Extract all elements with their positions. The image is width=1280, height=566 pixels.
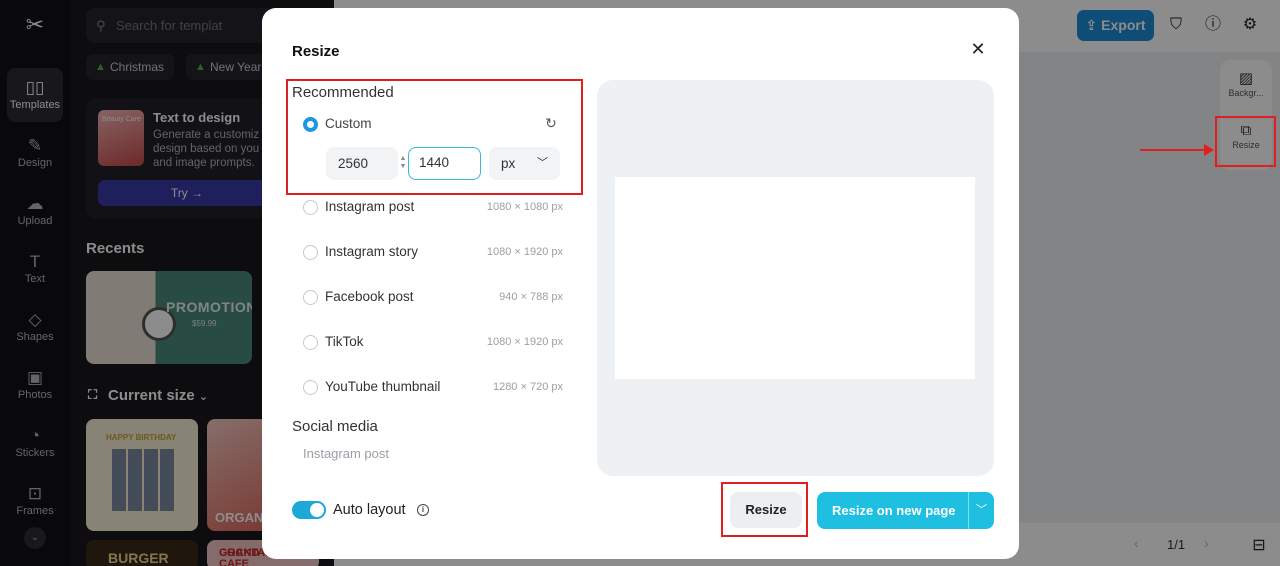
option-radio-tiktok[interactable] — [303, 335, 318, 350]
resize-on-new-page-button[interactable]: Resize on new page — [817, 492, 994, 529]
auto-layout-toggle[interactable] — [292, 501, 326, 519]
option-size: 1080 × 1920 px — [486, 336, 563, 348]
dialog-title: Resize — [292, 43, 340, 60]
annotation-box-recommended — [286, 79, 583, 195]
social-media-item[interactable]: Instagram post — [303, 446, 389, 461]
option-label[interactable]: Instagram story — [325, 244, 418, 259]
option-label[interactable]: Facebook post — [325, 289, 414, 304]
annotation-arrow-head — [1204, 144, 1214, 156]
option-size: 1080 × 1080 px — [486, 201, 563, 213]
annotation-box-resize-tool — [1215, 116, 1276, 167]
toggle-knob — [310, 503, 324, 517]
option-radio-youtube-thumbnail[interactable] — [303, 380, 318, 395]
option-size: 940 × 788 px — [499, 291, 563, 303]
option-radio-instagram-story[interactable] — [303, 245, 318, 260]
option-size: 1280 × 720 px — [492, 381, 563, 393]
option-size: 1080 × 1920 px — [486, 246, 563, 258]
option-label[interactable]: YouTube thumbnail — [325, 379, 440, 394]
annotation-box-resize-button — [721, 482, 808, 537]
preview-page — [615, 177, 975, 379]
option-radio-instagram-post[interactable] — [303, 200, 318, 215]
info-icon[interactable]: i — [417, 504, 429, 516]
annotation-arrow-line — [1140, 149, 1206, 151]
option-label[interactable]: TikTok — [325, 334, 364, 349]
option-label[interactable]: Instagram post — [325, 199, 414, 214]
resize-preview — [597, 80, 994, 476]
option-radio-facebook-post[interactable] — [303, 290, 318, 305]
auto-layout-label: Auto layout — [333, 502, 406, 518]
social-media-title: Social media — [292, 418, 378, 435]
chevron-down-icon[interactable]: ﹀ — [969, 492, 994, 529]
close-icon[interactable]: ✕ — [968, 39, 988, 59]
button-label: Resize on new page — [832, 503, 956, 518]
